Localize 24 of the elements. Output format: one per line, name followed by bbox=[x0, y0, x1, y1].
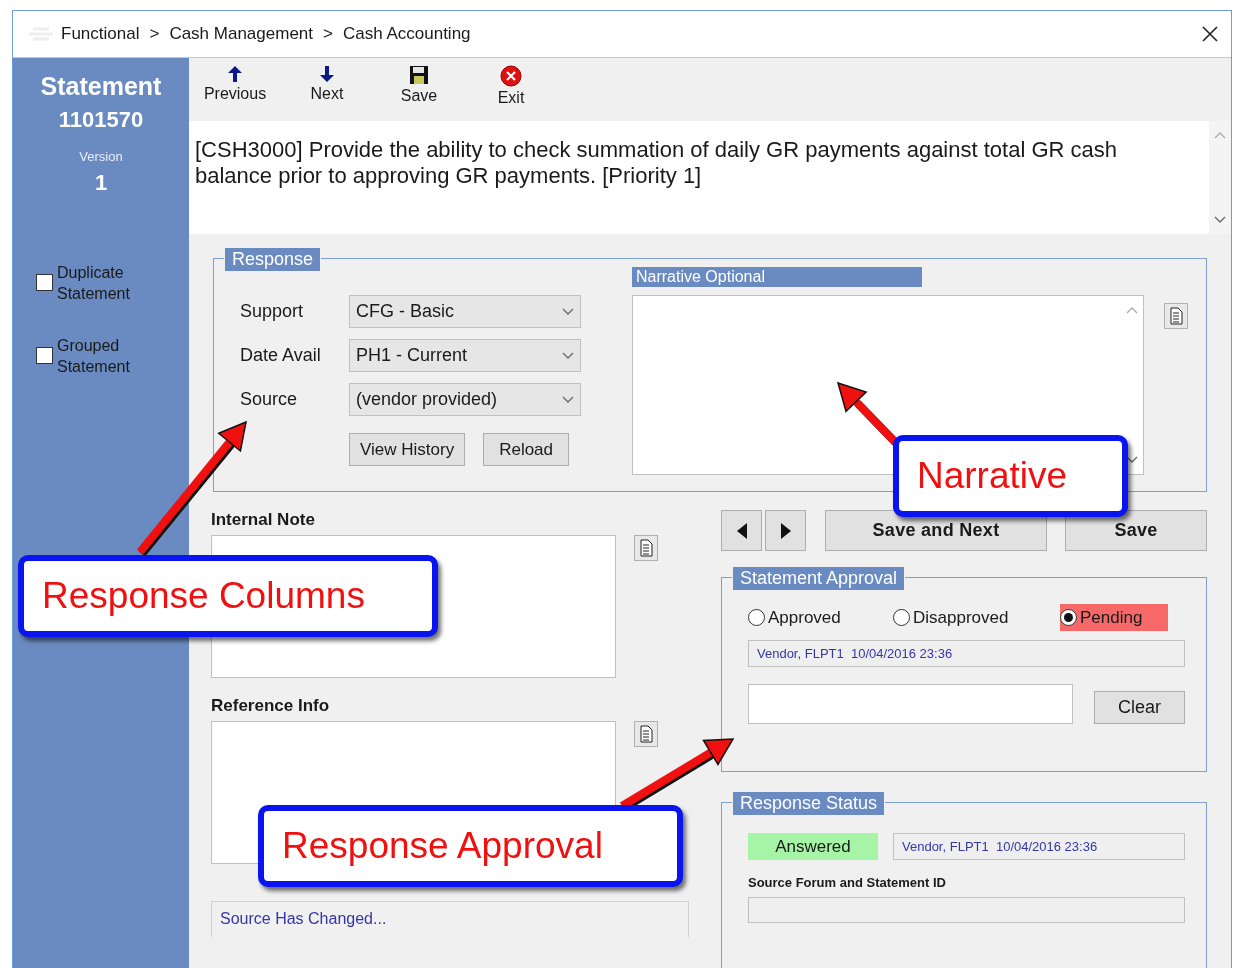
sidebar-title: Statement bbox=[40, 72, 162, 101]
audit-field: Vendor, FLPT1 10/04/2016 23:36 bbox=[748, 640, 1185, 667]
field-label: Reference Info bbox=[211, 696, 331, 716]
version-label: Version bbox=[79, 149, 123, 164]
audit-field: Vendor, FLPT1 10/04/2016 23:36 bbox=[893, 833, 1185, 860]
breadcrumb-separator: > bbox=[149, 24, 160, 44]
breadcrumb-separator: > bbox=[323, 24, 333, 44]
status-message: Source Has Changed... bbox=[211, 901, 689, 937]
group-title: Statement Approval bbox=[732, 566, 906, 591]
status-badge: Answered bbox=[748, 833, 878, 860]
statement-number: 1101570 bbox=[58, 107, 144, 133]
group-title: Response bbox=[224, 247, 322, 272]
callout-tooltip: Narrative bbox=[893, 435, 1128, 517]
callout-tooltip: Response Approval bbox=[258, 805, 683, 887]
version-number: 1 bbox=[94, 170, 108, 196]
field-label: Source Forum and Statement ID bbox=[748, 875, 947, 890]
field-label: Source bbox=[240, 388, 299, 411]
field-label: Support bbox=[240, 300, 305, 323]
group-title: Response Status bbox=[732, 791, 886, 816]
field-label: Date Avail bbox=[240, 344, 322, 367]
narrative-title: Narrative Optional bbox=[632, 267, 922, 287]
callout-tooltip: Response Columns bbox=[18, 555, 438, 637]
requirement-text: [CSH3000] Provide the ability to check summation of daily GR payments against total GR cash balance prior to approving GR payments. [Priority 1] bbox=[194, 136, 1118, 190]
field-label: Internal Note bbox=[211, 510, 316, 530]
